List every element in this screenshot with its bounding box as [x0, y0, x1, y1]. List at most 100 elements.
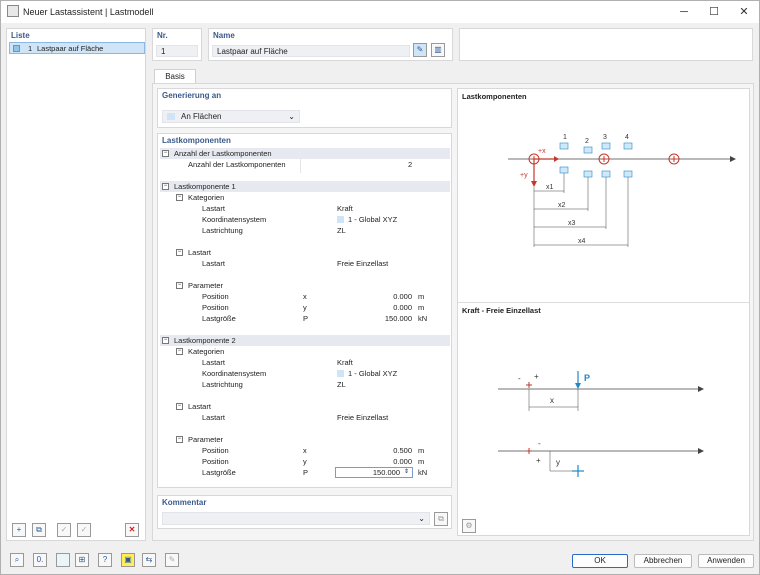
- load-components-diagram: +x +y 1 2 3 4 x1 x2 x3 x4: [508, 134, 736, 247]
- c2-coord-label: Koordinatensystem: [202, 369, 267, 378]
- num-2: 2: [585, 138, 589, 145]
- help-icon[interactable]: ?: [98, 553, 112, 567]
- nr-panel: Nr. 1: [152, 28, 202, 61]
- c1-posx-label: Position: [202, 292, 229, 301]
- c1-categories: Kategorien: [188, 193, 225, 202]
- c1-dir-value[interactable]: ZL: [337, 225, 346, 236]
- export-icon[interactable]: ⇆: [142, 553, 156, 567]
- single-force-diagram: - + P x - + y: [498, 371, 704, 477]
- c2-coord-value[interactable]: 1 - Global XYZ: [348, 368, 397, 379]
- c1-parameter-group: Parameter: [188, 281, 224, 290]
- c1-type-value[interactable]: Freie Einzellast: [337, 258, 388, 269]
- plus-label: +: [534, 372, 539, 381]
- list-panel: Liste 1 Lastpaar auf Fläche: [6, 28, 146, 541]
- add-item-icon[interactable]: +: [12, 523, 26, 537]
- spinner-icon[interactable]: ⇕: [404, 467, 409, 478]
- load-components-label: Lastkomponenten: [162, 136, 231, 145]
- c2-lastart-value[interactable]: Kraft: [337, 357, 353, 368]
- name-label: Name: [213, 31, 235, 40]
- c2-posx-value[interactable]: 0.500: [386, 445, 412, 456]
- x3-label: x3: [568, 220, 576, 227]
- uncheck-all-icon[interactable]: ✓: [77, 523, 91, 537]
- c2-categories: Kategorien: [188, 347, 225, 356]
- c1-posx-sym: x: [303, 292, 307, 301]
- c2-posx-sym: x: [303, 446, 307, 455]
- ok-button[interactable]: OK: [572, 554, 628, 568]
- c1-lastart-value[interactable]: Kraft: [337, 203, 353, 214]
- minus-label-2: -: [538, 439, 541, 448]
- surface-icon: [167, 113, 175, 120]
- apply-button[interactable]: Anwenden: [698, 554, 754, 568]
- force-p-label: P: [584, 373, 590, 383]
- nr-label: Nr.: [157, 31, 168, 40]
- c2-posy-label: Position: [202, 457, 229, 466]
- c2-parameter-group: Parameter: [188, 435, 224, 444]
- cancel-button[interactable]: Abbrechen: [634, 554, 692, 568]
- delete-icon[interactable]: ✕: [125, 523, 139, 537]
- c2-type-label: Lastart: [202, 413, 225, 422]
- c1-posy-unit: m: [418, 303, 425, 312]
- c1-force-value[interactable]: 150.000: [378, 313, 412, 324]
- c2-posy-sym: y: [303, 457, 307, 466]
- c1-force-label: Lastgröße: [202, 314, 236, 323]
- c1-posy-sym: y: [303, 303, 307, 312]
- minimize-icon[interactable]: ─: [669, 1, 699, 23]
- c2-posx-unit: m: [418, 446, 425, 455]
- num-4: 4: [625, 134, 629, 141]
- copy-item-icon[interactable]: ⧉: [32, 523, 46, 537]
- c1-coord-label: Koordinatensystem: [202, 215, 267, 224]
- diagram1-title: Lastkomponenten: [462, 92, 527, 101]
- info-panel: [459, 28, 753, 61]
- check-all-icon[interactable]: ✓: [57, 523, 71, 537]
- generation-label: Generierung an: [162, 91, 222, 100]
- c1-posy-value[interactable]: 0.000: [386, 302, 412, 313]
- count-value[interactable]: 2: [408, 159, 412, 170]
- view-icon[interactable]: [56, 553, 70, 567]
- c1-posx-value[interactable]: 0.000: [386, 291, 412, 302]
- count-group: Anzahl der Lastkomponenten: [174, 149, 272, 158]
- c2-posy-value[interactable]: 0.000: [386, 456, 412, 467]
- c1-lastart-group: Lastart: [188, 248, 211, 257]
- name-field[interactable]: Lastpaar auf Fläche: [212, 45, 410, 57]
- c2-force-sym: P: [303, 468, 309, 477]
- c2-force-value[interactable]: 150.000: [366, 467, 400, 478]
- search-icon[interactable]: ⌕: [10, 553, 24, 567]
- title-bar: Neuer Lastassistent | Lastmodell ─ ☐ ✕: [1, 1, 759, 23]
- save-icon[interactable]: ▣: [121, 553, 135, 567]
- dist-x-label: x: [550, 396, 554, 405]
- c2-posy-unit: m: [418, 457, 425, 466]
- c2-dir-value[interactable]: ZL: [337, 379, 346, 390]
- list-item[interactable]: 1 Lastpaar auf Fläche: [9, 42, 145, 54]
- comment-field[interactable]: ⌄: [162, 512, 430, 525]
- x4-label: x4: [578, 238, 586, 245]
- c1-coord-value[interactable]: 1 - Global XYZ: [348, 214, 397, 225]
- dialog-window: Neuer Lastassistent | Lastmodell ─ ☐ ✕ L…: [0, 0, 760, 575]
- close-icon[interactable]: ✕: [729, 1, 759, 23]
- comment-library-icon[interactable]: ⧉: [434, 512, 448, 526]
- list-item-label: Lastpaar auf Fläche: [37, 44, 104, 53]
- num-3: 3: [603, 134, 607, 141]
- plus-label-2: +: [536, 456, 541, 465]
- tree-icon[interactable]: ⊞: [75, 553, 89, 567]
- c1-posy-label: Position: [202, 303, 229, 312]
- c1-type-label: Lastart: [202, 259, 225, 268]
- component2-header: Lastkomponente 2: [174, 336, 236, 345]
- window-title: Neuer Lastassistent | Lastmodell: [23, 7, 154, 17]
- edit-name-icon[interactable]: ✎: [413, 43, 427, 57]
- minus-label: -: [518, 374, 521, 383]
- c2-type-value[interactable]: Freie Einzellast: [337, 412, 388, 423]
- comment-label: Kommentar: [162, 498, 207, 507]
- components-tree: − Anzahl der Lastkomponenten Anzahl der L…: [160, 148, 451, 486]
- library-icon[interactable]: ▥: [431, 43, 445, 57]
- x1-label: x1: [546, 184, 554, 191]
- diagram-settings-icon[interactable]: ⚙: [462, 519, 476, 533]
- plus-y-label: +y: [520, 172, 528, 179]
- coordinate-icon: [337, 370, 344, 377]
- tab-basis[interactable]: Basis: [154, 69, 196, 84]
- nr-field[interactable]: 1: [156, 45, 198, 57]
- units-icon[interactable]: 0.: [33, 553, 47, 567]
- plus-x-label: +x: [538, 148, 546, 155]
- generation-select[interactable]: An Flächen ⌄: [162, 110, 300, 123]
- pin-icon[interactable]: ✎: [165, 553, 179, 567]
- maximize-icon[interactable]: ☐: [699, 1, 729, 23]
